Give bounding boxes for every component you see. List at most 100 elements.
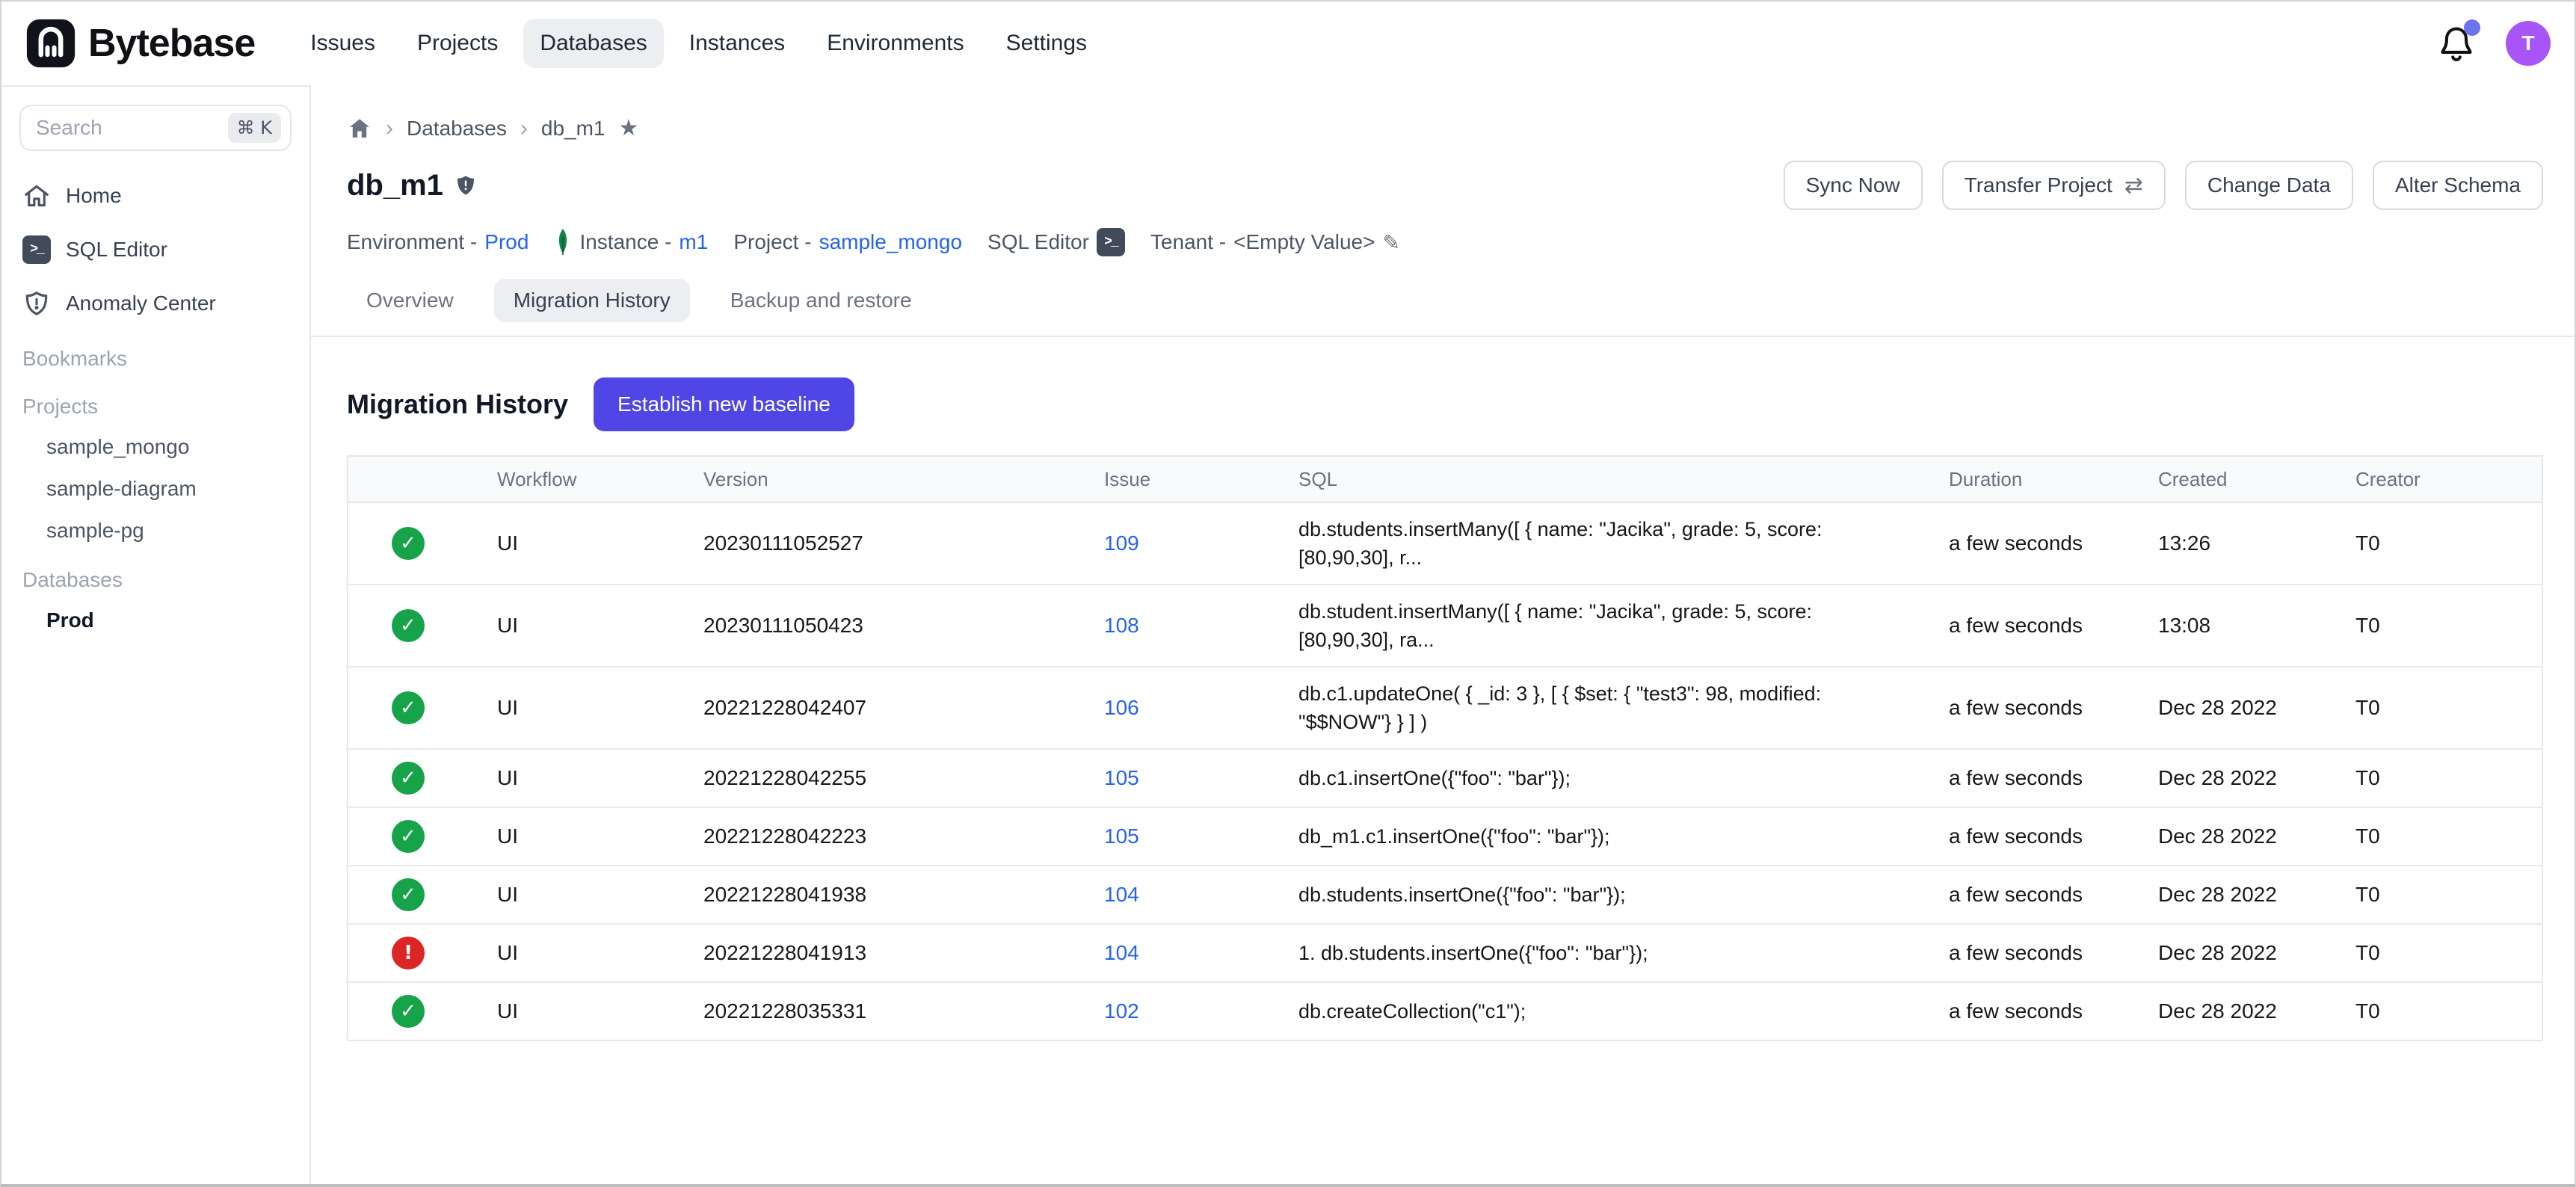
col-sql: SQL	[1284, 456, 1934, 502]
nav-item-databases[interactable]: Databases	[523, 19, 663, 68]
error-status-icon: !	[392, 937, 425, 969]
issue-link[interactable]: 106	[1104, 696, 1139, 719]
issue-link[interactable]: 108	[1104, 614, 1139, 637]
project-link[interactable]: sample_mongo	[819, 230, 962, 254]
search-shortcut-badge: ⌘ K	[228, 113, 281, 143]
sidebar-section-databases: Databases	[1, 558, 309, 599]
creator-cell: T0	[2341, 924, 2542, 982]
sidebar-project-sample-pg[interactable]: sample-pg	[1, 510, 309, 552]
created-cell: Dec 28 2022	[2143, 667, 2341, 749]
app-window: Bytebase Issues Projects Databases Insta…	[0, 0, 2576, 1187]
migration-row[interactable]: ✓UI20230111050423108db.student.insertMan…	[348, 585, 2542, 667]
bookmark-star-icon[interactable]: ★	[619, 115, 639, 141]
bytebase-logo[interactable]: Bytebase	[25, 18, 255, 69]
issue-link[interactable]: 105	[1104, 824, 1139, 848]
change-data-button[interactable]: Change Data	[2185, 161, 2353, 210]
tab-backup-and-restore[interactable]: Backup and restore	[711, 279, 931, 322]
instance-link[interactable]: m1	[679, 230, 708, 254]
page-title: db_m1	[347, 169, 443, 203]
nav-item-issues[interactable]: Issues	[294, 19, 392, 68]
migration-row[interactable]: ✓UI20221228041938104db.students.insertOn…	[348, 866, 2542, 924]
sidebar: ⌘ K Home >_ SQL Editor	[1, 85, 311, 1184]
nav-item-instances[interactable]: Instances	[673, 19, 801, 68]
migration-row[interactable]: !UI202212280419131041. db.students.inser…	[348, 924, 2542, 982]
main-content: › Databases › db_m1 ★ db_m1	[311, 85, 2575, 1184]
breadcrumb-home-icon[interactable]	[347, 116, 372, 141]
migration-row[interactable]: ✓UI20221228035331102db.createCollection(…	[348, 982, 2542, 1040]
workflow-cell: UI	[482, 924, 688, 982]
issue-link[interactable]: 104	[1104, 883, 1139, 906]
migration-section-header: Migration History Establish new baseline	[347, 377, 2543, 431]
issue-cell: 106	[1089, 667, 1284, 749]
status-cell: ✓	[348, 982, 482, 1040]
nav-item-settings[interactable]: Settings	[990, 19, 1103, 68]
tab-overview[interactable]: Overview	[347, 279, 473, 322]
version-cell: 20221228042223	[688, 807, 1089, 866]
top-navbar: Bytebase Issues Projects Databases Insta…	[1, 1, 2575, 85]
terminal-icon: >_	[22, 235, 51, 264]
issue-cell: 108	[1089, 585, 1284, 667]
duration-cell: a few seconds	[1934, 502, 2143, 585]
breadcrumb-db-m1[interactable]: db_m1	[541, 117, 606, 141]
notification-bell-icon[interactable]	[2437, 24, 2476, 63]
breadcrumb: › Databases › db_m1 ★	[347, 115, 2543, 141]
col-status	[348, 456, 482, 502]
issue-link[interactable]: 109	[1104, 531, 1139, 555]
workflow-cell: UI	[482, 667, 688, 749]
migration-history-heading: Migration History	[347, 389, 568, 420]
nav-item-environments[interactable]: Environments	[810, 19, 980, 68]
user-avatar[interactable]: T	[2506, 21, 2551, 66]
creator-cell: T0	[2341, 982, 2542, 1040]
transfer-project-button[interactable]: Transfer Project ⇄	[1942, 161, 2166, 210]
establish-baseline-button[interactable]: Establish new baseline	[594, 377, 854, 431]
col-created: Created	[2143, 456, 2341, 502]
issue-cell: 104	[1089, 924, 1284, 982]
search-input[interactable]	[36, 116, 219, 140]
alter-schema-button[interactable]: Alter Schema	[2373, 161, 2543, 210]
migration-row[interactable]: ✓UI20221228042255105db.c1.insertOne({"fo…	[348, 749, 2542, 807]
workflow-cell: UI	[482, 982, 688, 1040]
sql-cell-td: db.createCollection("c1");	[1284, 982, 1934, 1040]
sidebar-section-bookmarks: Bookmarks	[1, 336, 309, 378]
duration-cell: a few seconds	[1934, 667, 2143, 749]
migration-row[interactable]: ✓UI20230111052527109db.students.insertMa…	[348, 502, 2542, 585]
nav-item-projects[interactable]: Projects	[401, 19, 514, 68]
issue-link[interactable]: 102	[1104, 999, 1139, 1023]
duration-cell: a few seconds	[1934, 982, 2143, 1040]
issue-link[interactable]: 105	[1104, 766, 1139, 789]
sidebar-section-projects: Projects	[1, 384, 309, 426]
sidebar-item-sql-editor[interactable]: >_ SQL Editor	[1, 223, 309, 277]
status-cell: ✓	[348, 585, 482, 667]
issue-link[interactable]: 104	[1104, 941, 1139, 964]
version-cell: 20221228042255	[688, 749, 1089, 807]
created-cell: Dec 28 2022	[2143, 866, 2341, 924]
creator-cell: T0	[2341, 866, 2542, 924]
environment-label: Environment -	[347, 230, 477, 254]
migration-row[interactable]: ✓UI20221228042223105db_m1.c1.insertOne({…	[348, 807, 2542, 866]
version-cell: 20221228041913	[688, 924, 1089, 982]
sidebar-database-prod[interactable]: Prod	[1, 599, 309, 641]
main-nav: Issues Projects Databases Instances Envi…	[294, 19, 1103, 68]
sidebar-item-anomaly-center[interactable]: Anomaly Center	[1, 277, 309, 330]
environment-link[interactable]: Prod	[484, 230, 529, 254]
workflow-cell: UI	[482, 502, 688, 585]
sync-now-button[interactable]: Sync Now	[1784, 161, 1923, 210]
transfer-arrows-icon: ⇄	[2124, 173, 2143, 199]
col-issue: Issue	[1089, 456, 1284, 502]
sidebar-project-sample-diagram[interactable]: sample-diagram	[1, 468, 309, 510]
sql-editor-terminal-icon[interactable]: >_	[1097, 228, 1125, 256]
tenant-label: Tenant -	[1150, 230, 1226, 254]
sidebar-item-home[interactable]: Home	[1, 169, 309, 223]
breadcrumb-separator: ›	[520, 116, 528, 141]
created-cell: Dec 28 2022	[2143, 982, 2341, 1040]
issue-cell: 104	[1089, 866, 1284, 924]
success-status-icon: ✓	[392, 762, 425, 795]
col-duration: Duration	[1934, 456, 2143, 502]
sidebar-project-sample-mongo[interactable]: sample_mongo	[1, 426, 309, 468]
tab-migration-history[interactable]: Migration History	[494, 279, 690, 322]
migration-row[interactable]: ✓UI20221228042407106db.c1.updateOne( { _…	[348, 667, 2542, 749]
edit-tenant-pencil-icon[interactable]: ✎	[1382, 230, 1399, 255]
breadcrumb-databases[interactable]: Databases	[407, 117, 507, 141]
status-cell: ✓	[348, 807, 482, 866]
workflow-cell: UI	[482, 585, 688, 667]
